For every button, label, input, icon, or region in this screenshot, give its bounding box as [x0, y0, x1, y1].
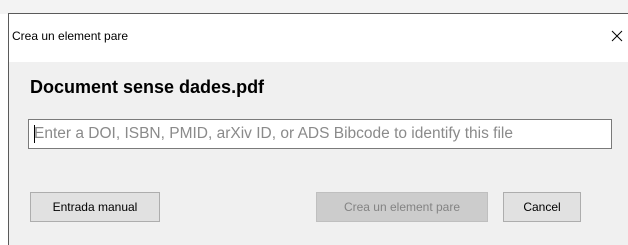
identifier-input[interactable]	[28, 119, 612, 149]
cancel-button[interactable]: Cancel	[503, 192, 581, 222]
manual-entry-button[interactable]: Entrada manual	[30, 192, 160, 222]
file-name-heading: Document sense dades.pdf	[30, 77, 265, 97]
close-button[interactable]	[606, 24, 628, 48]
dialog-titlebar: Crea un element pare	[9, 14, 628, 62]
text-caret	[34, 125, 35, 143]
dialog-title: Crea un element pare	[12, 29, 129, 43]
close-icon	[611, 30, 623, 42]
create-parent-button[interactable]: Crea un element pare	[316, 192, 488, 222]
background-window-strip	[0, 0, 628, 14]
